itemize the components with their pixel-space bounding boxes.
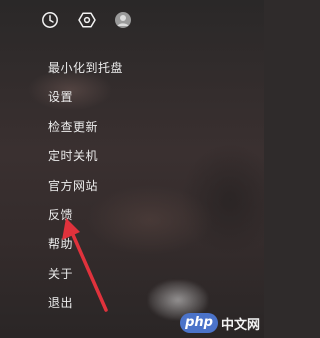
dropdown-menu: 最小化到托盘 设置 检查更新 定时关机 官方网站 反馈 帮助 关于 退出 — [0, 54, 200, 319]
menu-item-minimize-to-tray[interactable]: 最小化到托盘 — [0, 54, 200, 83]
menu-item-official-site[interactable]: 官方网站 — [0, 172, 200, 201]
clock-icon[interactable] — [41, 11, 59, 29]
menu-item-help[interactable]: 帮助 — [0, 230, 200, 259]
menu-item-scheduled-shutdown[interactable]: 定时关机 — [0, 142, 200, 171]
settings-hex-icon[interactable] — [78, 11, 96, 29]
watermark: php 中文网 — [180, 312, 260, 334]
menu-item-feedback[interactable]: 反馈 — [0, 201, 200, 230]
user-avatar[interactable] — [114, 11, 132, 29]
top-toolbar — [0, 0, 264, 40]
menu-item-settings[interactable]: 设置 — [0, 83, 200, 112]
menu-item-check-update[interactable]: 检查更新 — [0, 113, 200, 142]
watermark-text: 中文网 — [220, 317, 260, 333]
watermark-logo: php — [180, 313, 218, 333]
